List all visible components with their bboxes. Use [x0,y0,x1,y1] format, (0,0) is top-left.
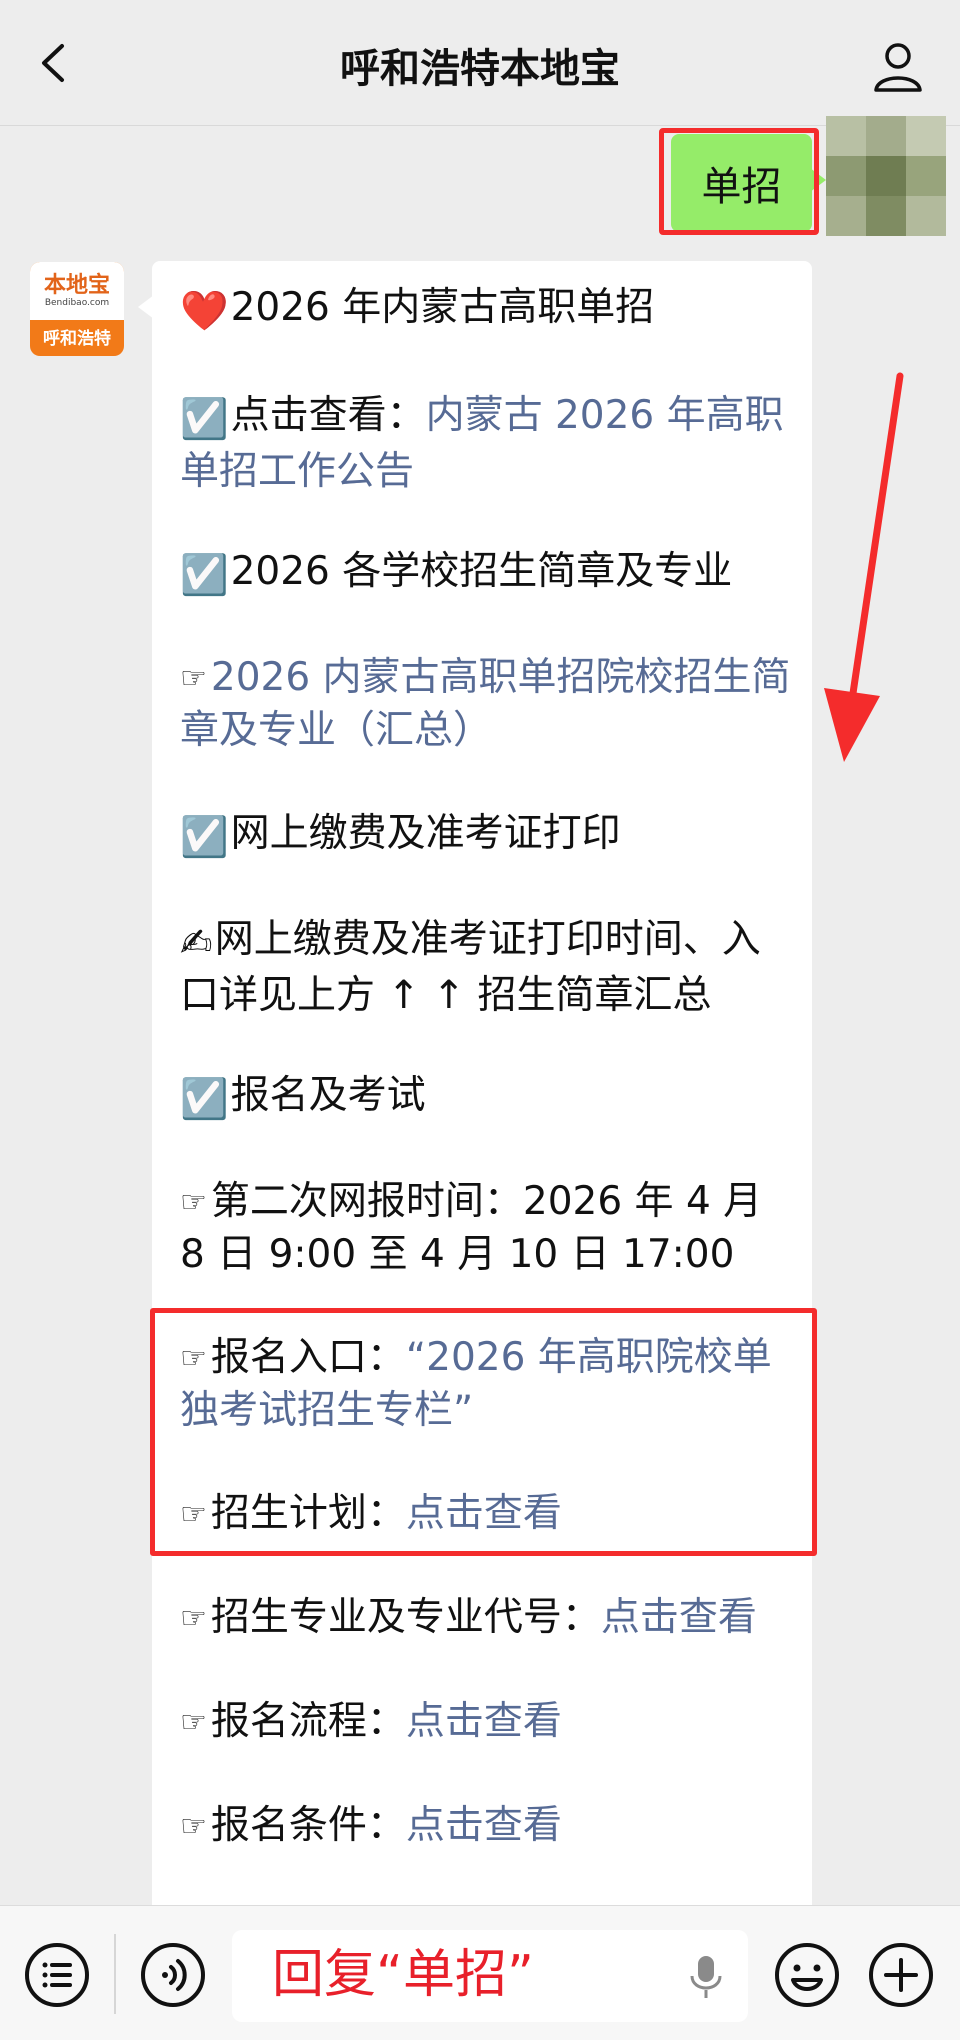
msg-item-announcement: ☑️点击查看：内蒙古 2026 年高职单招工作公告 [180,390,794,498]
msg-item-registration: ☑️报名及考试 [180,1070,794,1126]
writing-hand-icon: ✍ [180,921,213,966]
entry-highlight-box [150,1308,817,1556]
profile-icon[interactable] [870,38,926,94]
cond-prefix: 报名条件： [210,1803,406,1848]
msg-payment-detail: ✍网上缴费及准考证打印时间、入口详见上方 ↑ ↑ 招生简章汇总 [180,914,794,1022]
red-arrow-icon [824,372,904,762]
item2-text: 2026 各学校招生简章及专业 [230,549,733,594]
pointing-hand-icon: ☞ [180,1185,207,1220]
add-plus-icon[interactable] [866,1940,936,2010]
logo-text: 本地宝 [43,272,110,298]
pointing-hand-icon: ☞ [180,1705,207,1740]
logo-city: 呼和浩特 [43,329,111,349]
bendibao-logo: 本地宝 Bendibao.com [30,262,124,320]
message-input[interactable]: 回复“单招” [232,1930,748,2022]
item3-text: 网上缴费及准考证打印 [230,811,621,856]
pointing-hand-icon: ☞ [180,661,207,696]
checkbox-icon: ☑️ [180,553,229,598]
input-bar: 回复“单招” [0,1905,960,2040]
brochure-link[interactable]: 2026 内蒙古高职单招院校招生简章及专业（汇总） [180,655,791,753]
reply-hint-text: 回复“单招” [272,1945,534,2005]
msg-item-payment: ☑️网上缴费及准考证打印 [180,808,794,864]
msg-cond-line: ☞ 报名条件：点击查看 [180,1800,794,1853]
pointing-hand-icon: ☞ [180,1809,207,1844]
msg-title: ❤️2026 年内蒙古高职单招 [180,282,794,338]
checkbox-icon: ☑️ [180,397,229,442]
msg-item-brochures: ☑️2026 各学校招生简章及专业 [180,546,794,602]
major-link[interactable]: 点击查看 [601,1595,757,1640]
item4-text: 报名及考试 [230,1073,426,1118]
chat-title: 呼和浩特本地宝 [340,46,620,92]
msg-brochure-link-line: ☞ 2026 内蒙古高职单招院校招生简章及专业（汇总） [180,652,794,757]
heart-icon: ❤️ [180,289,229,334]
logo-domain: Bendibao.com [44,297,110,308]
flow-prefix: 报名流程： [210,1699,406,1744]
user-avatar[interactable] [826,116,946,236]
cond-link[interactable]: 点击查看 [406,1803,562,1848]
msg-title-text: 2026 年内蒙古高职单招 [230,285,655,330]
outgoing-highlight-box [659,128,819,235]
emoji-icon[interactable] [772,1940,842,2010]
msg-time-line: ☞ 第二次网报时间：2026 年 4 月 8 日 9:00 至 4 月 10 日 … [180,1176,794,1281]
pointing-hand-icon: ☞ [180,1601,207,1636]
time-text: 第二次网报时间：2026 年 4 月 8 日 9:00 至 4 月 10 日 1… [180,1179,763,1277]
incoming-message [138,261,812,2021]
chat-header: 呼和浩特本地宝 [0,0,960,126]
flow-link[interactable]: 点击查看 [406,1699,562,1744]
checkbox-icon: ☑️ [180,815,229,860]
bar-separator [114,1934,116,2014]
payment-detail-text: 网上缴费及准考证打印时间、入口详见上方 ↑ ↑ 招生简章汇总 [180,917,761,1018]
item1-prefix: 点击查看： [230,393,426,438]
major-prefix: 招生专业及专业代号： [210,1595,601,1640]
msg-flow-line: ☞ 报名流程：点击查看 [180,1696,794,1749]
checkbox-icon: ☑️ [180,1077,229,1122]
microphone-icon[interactable] [686,1952,726,2002]
msg-major-line: ☞ 招生专业及专业代号：点击查看 [180,1592,794,1645]
voice-input-icon[interactable] [138,1940,208,2010]
bot-avatar[interactable]: 本地宝 Bendibao.com 呼和浩特 [30,262,124,356]
menu-list-icon[interactable] [22,1940,92,2010]
